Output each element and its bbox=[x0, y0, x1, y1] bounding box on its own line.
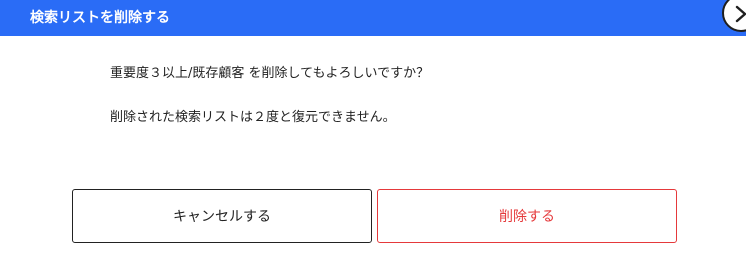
delete-button[interactable]: 削除する bbox=[377, 189, 677, 243]
dialog-title: 検索リストを削除する bbox=[30, 10, 170, 26]
delete-search-list-dialog: 検索リストを削除する 重要度３以上/既存顧客 を削除してもよろしいですか？ 削除… bbox=[0, 0, 746, 274]
confirm-message: 重要度３以上/既存顧客 を削除してもよろしいですか？ bbox=[110, 66, 430, 81]
dialog-header: 検索リストを削除する bbox=[0, 0, 746, 36]
chevron-right-icon bbox=[735, 5, 746, 23]
cancel-button[interactable]: キャンセルする bbox=[72, 189, 372, 243]
warning-message: 削除された検索リストは２度と復元できません。 bbox=[110, 110, 396, 125]
